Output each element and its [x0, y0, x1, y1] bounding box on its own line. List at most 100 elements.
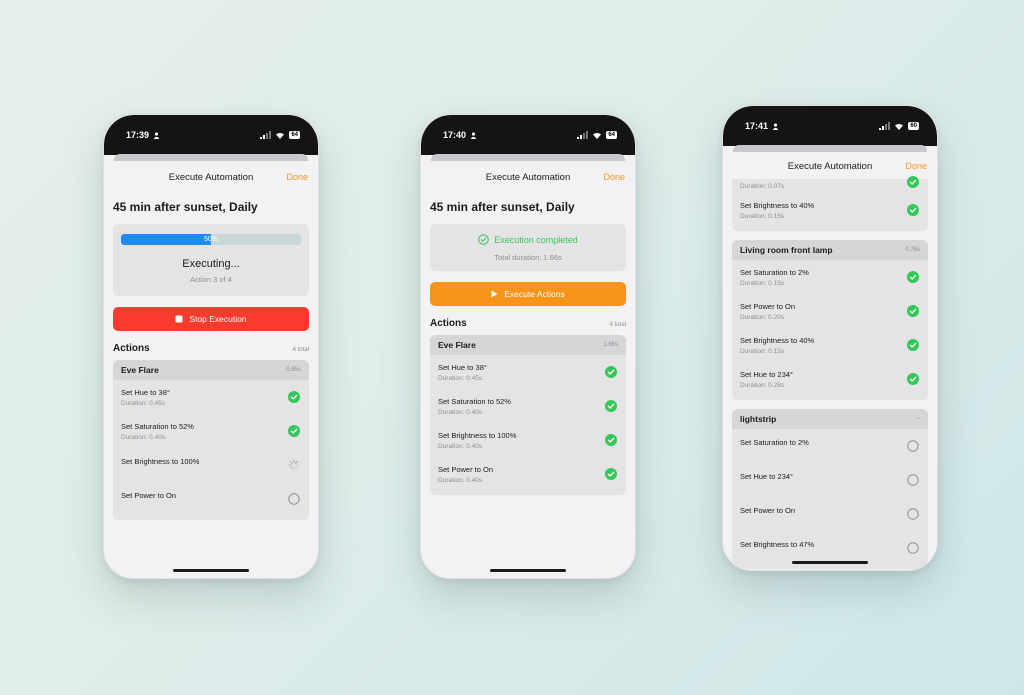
empty-circle-icon	[907, 440, 919, 452]
action-group-lightstrip: lightstrip -- Set Saturation to 2% Set Hu…	[732, 409, 928, 569]
action-row: Set Hue to 38° Duration: 0.45s	[113, 380, 309, 414]
empty-circle-icon	[907, 474, 919, 486]
actions-header: Actions 4 total	[104, 331, 318, 360]
battery-indicator: 64	[606, 131, 617, 139]
action-duration: Duration: 0.40s	[121, 433, 166, 441]
clock: 17:39	[126, 130, 150, 140]
done-button[interactable]: Done	[905, 161, 927, 171]
progress-percent: 50%	[203, 236, 218, 243]
action-row: Set Brightness to 40% Duration: 0.15s	[732, 328, 928, 362]
automation-title: 45 min after sunset, Daily	[113, 200, 258, 214]
action-label: Set Hue to 234°	[740, 369, 794, 379]
check-circle-icon	[605, 468, 617, 480]
check-circle-icon	[907, 339, 919, 351]
action-label: Set Brightness to 40%	[740, 200, 815, 210]
action-row: Set Power to On Duration: 0.40s	[430, 457, 626, 491]
action-duration: Duration: 0.28s	[740, 381, 785, 389]
action-label: Set Saturation to 2%	[740, 267, 809, 277]
action-label: Set Power to On	[121, 490, 177, 500]
group-header: Living room front lamp 0.78s	[732, 240, 928, 260]
partial-duration: Duration: 0.07s	[740, 182, 785, 190]
action-row: Set Brightness to 47%	[732, 531, 928, 565]
action-duration: Duration: 0.20s	[740, 313, 785, 321]
action-label: Set Brightness to 100%	[438, 430, 517, 440]
group-rows: Set Saturation to 2% Duration: 0.15s Set P…	[732, 260, 928, 400]
action-label: Set Power to On	[740, 301, 796, 311]
action-duration: Duration: 0.15s	[740, 212, 785, 220]
action-row: Set Brightness to 40% Duration: 0.15s	[732, 193, 928, 227]
group-duration: 0.85s	[286, 367, 301, 373]
battery-indicator: 64	[289, 131, 300, 139]
action-duration: Duration: 0.40s	[438, 408, 483, 416]
action-row: Set Saturation to 52% Duration: 0.40s	[430, 389, 626, 423]
action-group-eve-flare: Eve Flare 1.66s Set Hue to 38° Duration: …	[430, 335, 626, 495]
status-bar: 17:41 60	[723, 106, 937, 146]
nav-bar: Execute Automation Done	[723, 153, 937, 179]
execute-actions-button[interactable]: Execute Actions	[430, 282, 626, 306]
nav-bar: Execute Automation Done	[421, 162, 635, 192]
done-button[interactable]: Done	[603, 172, 625, 182]
signal-icon	[260, 131, 272, 139]
actions-title: Actions	[113, 343, 150, 354]
action-label: Set Hue to 234°	[740, 471, 794, 481]
execute-sheet: Execute Automation Done 45 min after sun…	[421, 162, 635, 495]
actions-title: Actions	[430, 318, 467, 329]
action-row: Set Saturation to 52% Duration: 0.40s	[113, 414, 309, 448]
check-circle-icon	[605, 400, 617, 412]
execute-sheet: Execute Automation Done 45 min after sun…	[104, 162, 318, 520]
group-name: Living room front lamp	[740, 245, 833, 255]
nav-title: Execute Automation	[485, 171, 571, 183]
action-duration: Duration: 0.40s	[438, 442, 483, 450]
nav-title: Execute Automation	[787, 160, 873, 172]
group-header: Eve Flare 1.66s	[430, 335, 626, 355]
play-icon	[491, 290, 498, 298]
action-row: Set Power to On Duration: 0.20s	[732, 294, 928, 328]
stop-icon	[175, 315, 183, 323]
check-circle-icon	[478, 234, 489, 245]
actions-total: 4 total	[609, 322, 626, 328]
action-label: Set Saturation to 52%	[438, 396, 511, 406]
actions-total: 4 total	[292, 347, 309, 353]
home-indicator	[792, 561, 868, 564]
action-duration: Duration: 0.15s	[740, 347, 785, 355]
group-rows: Set Brightness to 40% Duration: 0.15s	[732, 193, 928, 231]
stop-execution-button[interactable]: Stop Execution	[113, 307, 309, 331]
action-label: Set Hue to 38°	[121, 387, 170, 397]
action-row: Set Brightness to 100%	[113, 448, 309, 482]
action-duration: Duration: 0.45s	[121, 399, 166, 407]
home-indicator	[173, 569, 249, 572]
progress-bar: 50%	[121, 234, 301, 245]
action-label: Set Power to On	[438, 464, 494, 474]
execute-sheet: Execute Automation Done Duration: 0.07s …	[723, 153, 937, 569]
check-circle-icon	[907, 305, 919, 317]
action-duration: Duration: 0.15s	[740, 279, 785, 287]
done-button[interactable]: Done	[286, 172, 308, 182]
action-label: Set Power to On	[740, 505, 796, 515]
total-duration: Total duration: 1.66s	[494, 253, 562, 262]
action-label: Set Saturation to 2%	[740, 437, 809, 447]
group-duration: --	[916, 416, 920, 422]
execute-actions-label: Execute Actions	[504, 289, 565, 299]
wifi-icon	[895, 123, 904, 130]
signal-icon	[577, 131, 589, 139]
partial-row: Duration: 0.07s	[732, 176, 928, 193]
sheet-stack-edge	[733, 145, 927, 152]
action-label: Set Brightness to 47%	[740, 539, 815, 549]
phone-executing: 17:39 64 Execute Automation Done 45 min …	[103, 114, 319, 579]
action-group-previous: Duration: 0.07s Set Brightness to 40% Dur…	[732, 176, 928, 231]
action-row: Set Brightness to 100% Duration: 0.40s	[430, 423, 626, 457]
automation-title: 45 min after sunset, Daily	[430, 200, 575, 214]
check-circle-icon	[907, 271, 919, 283]
check-circle-icon	[907, 204, 919, 216]
group-header: Eve Flare 0.85s	[113, 360, 309, 380]
executing-status: Executing...	[182, 258, 240, 270]
check-circle-icon	[605, 434, 617, 446]
action-row: Set Hue to 38° Duration: 0.45s	[430, 355, 626, 389]
person-icon	[470, 132, 477, 139]
home-indicator	[490, 569, 566, 572]
empty-circle-icon	[288, 493, 300, 505]
group-rows: Set Hue to 38° Duration: 0.45s Set Saturat…	[113, 380, 309, 520]
action-counter: Action 3 of 4	[190, 275, 232, 284]
group-name: lightstrip	[740, 414, 777, 424]
status-bar: 17:40 64	[421, 115, 635, 155]
